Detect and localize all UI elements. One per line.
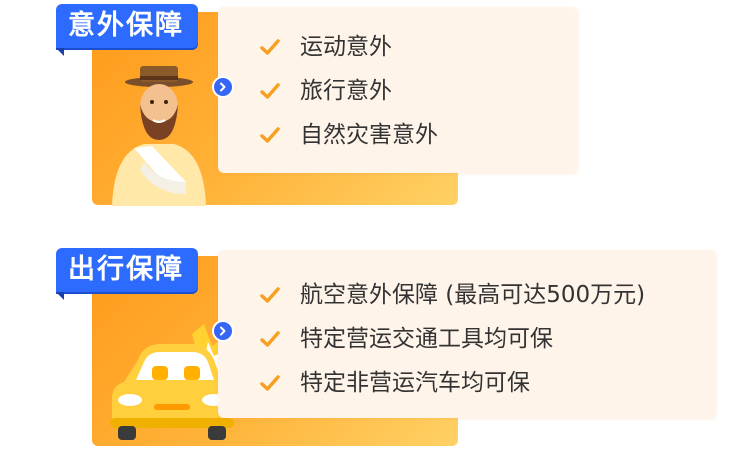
injured-man-illustration [112, 66, 206, 206]
chevron-right-icon [220, 82, 226, 92]
coverage-item-label: 特定非营运汽车均可保 [300, 370, 530, 396]
check-icon [260, 39, 280, 55]
accident-protection-card: 意外保障 运动意外 旅行意外 自然灾害意外 [0, 0, 750, 210]
expand-button[interactable] [212, 76, 234, 98]
travel-protection-card: 出行保障 航空意外保障 (最高可达500万元) 特定营运交通工具均可保 特定非营… [0, 238, 750, 448]
expand-button[interactable] [212, 320, 234, 342]
chevron-right-icon [220, 326, 226, 336]
coverage-item-label: 旅行意外 [300, 78, 392, 104]
coverage-item-label: 航空意外保障 (最高可达500万元) [300, 282, 646, 308]
coverage-item-label: 特定营运交通工具均可保 [300, 326, 553, 352]
check-icon [260, 83, 280, 99]
check-icon [260, 127, 280, 143]
section-title-accident: 意外保障 [56, 4, 198, 56]
coverage-item-label: 运动意外 [300, 34, 392, 60]
check-icon [260, 287, 280, 303]
section-title-travel: 出行保障 [56, 248, 198, 300]
check-icon [260, 375, 280, 391]
check-icon [260, 331, 280, 347]
coverage-item-label: 自然灾害意外 [300, 122, 438, 148]
